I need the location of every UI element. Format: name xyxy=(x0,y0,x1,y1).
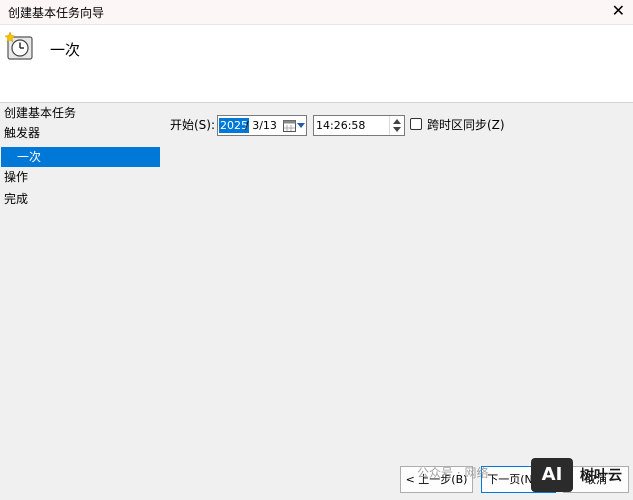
wizard-header: 一次 xyxy=(0,25,633,103)
cancel-button[interactable]: 取消 xyxy=(563,466,629,493)
calendar-icon[interactable] xyxy=(283,119,296,132)
page-heading: 一次 xyxy=(50,41,81,59)
title-bar: 创建基本任务向导 ✕ xyxy=(0,0,633,25)
sidebar-item-finish[interactable]: 完成 xyxy=(4,189,28,209)
date-month-day-field[interactable]: / 3/13 xyxy=(245,118,277,133)
wizard-footer: < 上一步(B) 下一页(N) > 取消 xyxy=(0,455,633,500)
chevron-down-icon[interactable] xyxy=(297,123,305,128)
wizard-steps-sidebar: 创建基本任务 触发器 一次 操作 完成 xyxy=(0,103,161,500)
next-button[interactable]: 下一页(N) > xyxy=(481,466,556,493)
start-label: 开始(S): xyxy=(170,118,216,132)
sidebar-item-once[interactable]: 一次 xyxy=(1,147,160,167)
spin-down-icon[interactable] xyxy=(393,127,401,132)
start-time-field[interactable]: 14:26:58 xyxy=(313,115,405,136)
sidebar-item-create-basic-task[interactable]: 创建基本任务 xyxy=(4,103,76,123)
spin-up-icon[interactable] xyxy=(393,119,401,124)
sidebar-item-action[interactable]: 操作 xyxy=(4,167,28,187)
timezone-sync-label[interactable]: 跨时区同步(Z) xyxy=(427,116,505,133)
back-button[interactable]: < 上一步(B) xyxy=(400,466,473,493)
timezone-sync-checkbox[interactable] xyxy=(410,118,422,130)
close-icon[interactable]: ✕ xyxy=(612,1,625,20)
window-title: 创建基本任务向导 xyxy=(8,6,105,20)
time-spinner[interactable] xyxy=(389,116,404,135)
scheduled-task-clock-icon xyxy=(5,31,33,60)
time-value[interactable]: 14:26:58 xyxy=(316,118,365,133)
start-date-picker[interactable]: 2025 / 3/13 xyxy=(217,115,307,136)
sidebar-item-trigger[interactable]: 触发器 xyxy=(4,123,40,143)
wizard-content: 开始(S): 2025 / 3/13 14:26:58 跨时区同步(Z) xyxy=(161,103,633,500)
